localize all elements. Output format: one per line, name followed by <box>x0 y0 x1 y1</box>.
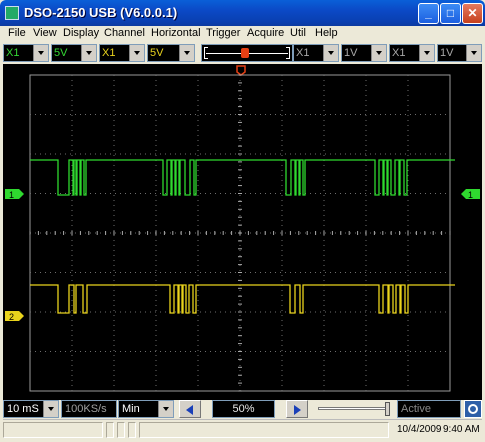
sample-rate-value: 100KS/s <box>65 403 107 415</box>
slider-track <box>318 407 390 410</box>
acquisition-status: Active <box>397 400 461 418</box>
chevron-down-icon <box>43 401 58 417</box>
acquire-mode-value: Min <box>122 403 140 415</box>
chevron-down-icon <box>158 401 173 417</box>
bottom-controls: 10 mS 100KS/s Min 50% Active <box>3 400 482 418</box>
graticule <box>29 74 451 392</box>
ch1-probe-value: X1 <box>6 47 20 59</box>
chevron-down-icon <box>419 45 434 61</box>
menu-help[interactable]: Help <box>315 27 338 39</box>
menu-file[interactable]: File <box>8 27 26 39</box>
menu-horizontal[interactable]: Horizontal <box>151 27 201 39</box>
ch2-level-marker[interactable] <box>5 311 24 321</box>
ref2-volts-select[interactable]: 1V <box>437 44 482 62</box>
ref1-probe-value: X1 <box>296 47 310 59</box>
ref2-probe-value: X1 <box>392 47 406 59</box>
acquisition-status-text: Active <box>401 403 431 415</box>
sample-rate-field: 100KS/s <box>61 400 117 418</box>
ch2-volts-select[interactable]: 5V <box>147 44 195 62</box>
ref2-probe-select[interactable]: X1 <box>389 44 435 62</box>
chevron-down-icon <box>81 45 96 61</box>
trigger-position-icon <box>236 65 246 76</box>
menu-trigger[interactable]: Trigger <box>206 27 240 39</box>
ch2-trace <box>30 284 455 314</box>
scroll-right-button[interactable] <box>286 400 308 418</box>
menu-acquire[interactable]: Acquire <box>247 27 284 39</box>
maximize-button[interactable]: □ <box>440 3 461 24</box>
ref2-volts-value: 1V <box>440 47 454 59</box>
zoom-display: 50% <box>212 400 275 418</box>
ref1-probe-select[interactable]: X1 <box>293 44 339 62</box>
scope-graphics: 1 2 1 <box>5 65 480 392</box>
ch1-right-marker-label: 1 <box>468 190 473 200</box>
status-bar: 10/4/2009 9:40 AM <box>3 419 482 439</box>
ch1-probe-select[interactable]: X1 <box>3 44 49 62</box>
ch1-trace <box>30 159 455 196</box>
chevron-down-icon <box>323 45 338 61</box>
arrow-left-icon <box>186 405 193 415</box>
status-cell <box>139 422 389 438</box>
ref1-volts-value: 1V <box>344 47 358 59</box>
status-time: 9:40 AM <box>443 424 480 435</box>
chevron-down-icon <box>371 45 386 61</box>
ch2-volts-value: 5V <box>150 47 164 59</box>
chevron-down-icon <box>466 45 481 61</box>
status-cell <box>117 422 125 438</box>
menu-channel[interactable]: Channel <box>104 27 145 39</box>
bracket-left-icon <box>204 47 208 59</box>
scroll-left-button[interactable] <box>179 400 201 418</box>
menu-display[interactable]: Display <box>63 27 99 39</box>
chevron-down-icon <box>33 45 48 61</box>
menu-bar: File View Display Channel Horizontal Tri… <box>3 26 482 42</box>
bracket-right-icon <box>286 47 290 59</box>
status-cell <box>106 422 114 438</box>
timebase-value: 10 mS <box>7 403 39 415</box>
settings-icon[interactable] <box>464 400 482 418</box>
window-title: DSO-2150 USB (V6.0.0.1) <box>24 5 178 20</box>
slider-thumb[interactable] <box>385 402 390 416</box>
close-button[interactable]: ✕ <box>462 3 483 24</box>
menu-util[interactable]: Util <box>290 27 306 39</box>
ch1-volts-value: 5V <box>54 47 68 59</box>
gear-icon <box>468 404 478 414</box>
ch1-level-marker[interactable] <box>5 189 24 199</box>
ref1-volts-select[interactable]: 1V <box>341 44 387 62</box>
acquire-mode-select[interactable]: Min <box>118 400 174 418</box>
chevron-down-icon <box>129 45 144 61</box>
ch2-probe-select[interactable]: X1 <box>99 44 145 62</box>
status-cell <box>3 422 103 438</box>
ch1-volts-select[interactable]: 5V <box>51 44 97 62</box>
ch1-marker-label: 1 <box>9 190 14 200</box>
toolbar: X1 5V X1 5V X1 1V X1 1V <box>3 43 482 63</box>
status-date: 10/4/2009 <box>397 424 442 435</box>
menu-view[interactable]: View <box>33 27 57 39</box>
timebase-select[interactable]: 10 mS <box>3 400 59 418</box>
arrow-right-icon <box>294 405 301 415</box>
chevron-down-icon <box>179 45 194 61</box>
trigger-position-slider[interactable] <box>201 44 293 62</box>
app-icon <box>5 6 19 20</box>
status-cell <box>128 422 136 438</box>
ch2-probe-value: X1 <box>102 47 116 59</box>
trigger-marker-icon[interactable] <box>241 48 249 58</box>
title-bar: DSO-2150 USB (V6.0.0.1) _ □ ✕ <box>0 0 485 26</box>
minimize-button[interactable]: _ <box>418 3 439 24</box>
scope-display: 1 2 1 <box>3 64 482 400</box>
zoom-slider[interactable] <box>314 400 394 418</box>
ch2-marker-label: 2 <box>9 312 14 322</box>
